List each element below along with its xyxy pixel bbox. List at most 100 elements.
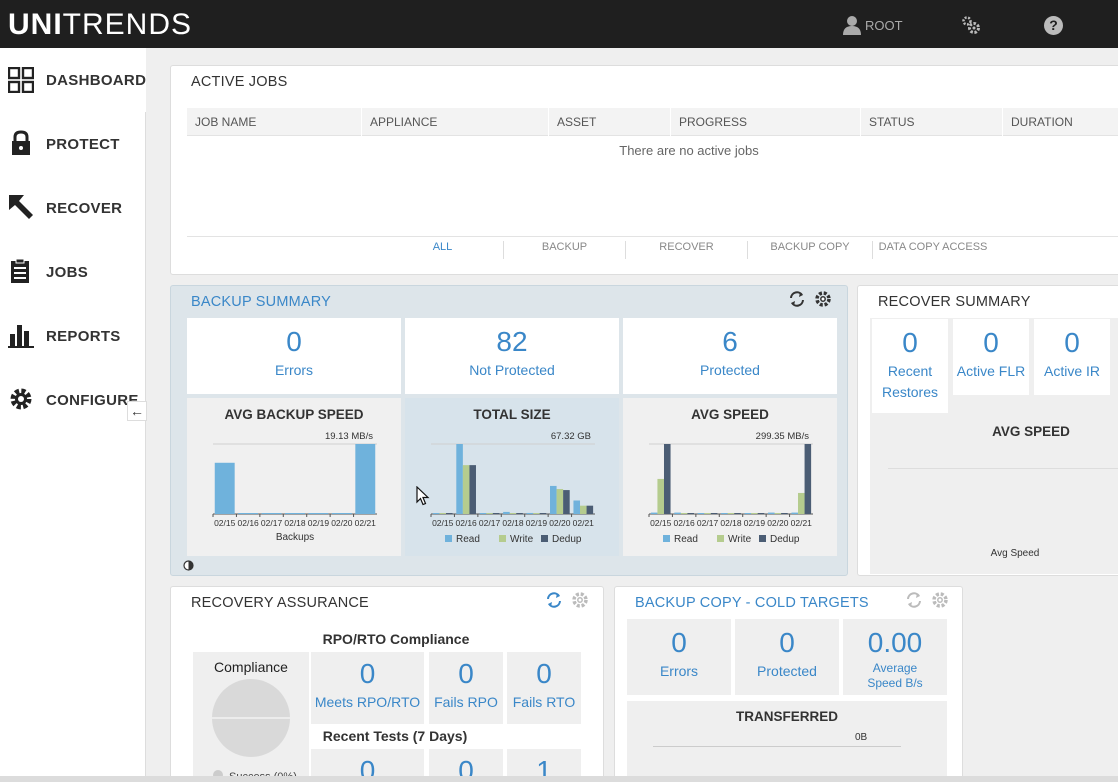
collapse-sidebar-button[interactable]: ← xyxy=(127,401,147,421)
column-header[interactable]: JOB NAME xyxy=(187,108,362,136)
sidebar-item-jobs[interactable]: JOBS xyxy=(0,240,146,304)
chart-bar xyxy=(539,513,547,514)
settings-gear-icon[interactable] xyxy=(814,290,832,308)
compliance-pie-chart xyxy=(212,679,290,757)
chart-bar xyxy=(214,462,235,514)
column-header[interactable]: DURATION xyxy=(1003,108,1118,136)
chart-bar xyxy=(439,513,446,514)
chart-bar xyxy=(687,513,694,514)
tab-recover[interactable]: RECOVER xyxy=(626,241,748,259)
sidebar-item-recover[interactable]: RECOVER xyxy=(0,176,146,240)
not-protected-stat[interactable]: 82 Not Protected xyxy=(405,318,619,394)
chart-bar xyxy=(462,465,470,514)
chart-bar xyxy=(285,513,305,514)
active-jobs-title: ACTIVE JOBS xyxy=(191,74,288,90)
column-header[interactable]: PROGRESS xyxy=(671,108,861,136)
recent-tests-heading: Recent Tests (7 Days) xyxy=(322,728,468,744)
column-header[interactable]: STATUS xyxy=(861,108,1003,136)
chart-bar xyxy=(503,511,510,514)
refresh-icon[interactable] xyxy=(545,591,563,609)
chart-bar xyxy=(580,505,587,514)
chart-legend-label: Write xyxy=(728,534,752,545)
protected-stat[interactable]: 6 Protected xyxy=(623,318,837,394)
tab-all[interactable]: ALL xyxy=(382,241,504,259)
active-flr-stat[interactable]: 0 Active FLR xyxy=(953,319,1029,395)
settings-gears-icon[interactable] xyxy=(960,14,982,36)
chart-tick-label: 02/20 xyxy=(549,518,571,528)
chart-bar xyxy=(331,513,352,514)
transferred-title: TRANSFERRED xyxy=(735,709,838,724)
chart-tick-label: 02/19 xyxy=(308,518,330,528)
chart-bar xyxy=(563,490,570,514)
copy-protected-stat[interactable]: 0 Protected xyxy=(735,619,839,695)
total-size-chart: TOTAL SIZE 67.32 GB 02/15 02/16 02/17 02/18 0… xyxy=(405,398,619,556)
sidebar-item-label: DASHBOARD xyxy=(46,72,147,89)
errors-stat[interactable]: 0 Errors xyxy=(187,318,401,394)
chart-tick-label: 02/19 xyxy=(526,518,548,528)
compliance-box: Compliance Success (0%) xyxy=(193,652,309,782)
chart-legend-label: Read xyxy=(674,534,698,545)
sidebar-item-dashboard[interactable]: DASHBOARD xyxy=(0,48,146,112)
fails-rpo-label: Fails RPO xyxy=(434,694,498,710)
chart-bar xyxy=(456,444,463,514)
recent-restores-stat[interactable]: 0 Recent Restores xyxy=(872,319,948,413)
active-ir-label: Active IR xyxy=(1043,363,1100,379)
settings-gear-icon[interactable] xyxy=(571,591,589,609)
chart-tick-label: 02/20 xyxy=(331,518,353,528)
tab-backup-copy[interactable]: BACKUP COPY xyxy=(748,241,873,259)
copy-errors-stat[interactable]: 0 Errors xyxy=(627,619,731,695)
chart-legend-label: Read xyxy=(456,534,480,545)
dashboard-grid-icon xyxy=(8,67,34,93)
recover-avg-speed-title: AVG SPEED xyxy=(992,424,1070,439)
chart-tick-label: 02/18 xyxy=(284,518,306,528)
chart-bar xyxy=(781,513,788,514)
column-header[interactable]: APPLIANCE xyxy=(362,108,549,136)
active-ir-stat[interactable]: 0 Active IR xyxy=(1034,319,1110,395)
refresh-icon[interactable] xyxy=(905,591,923,609)
chart-bar xyxy=(650,512,658,514)
user-menu[interactable]: ROOT xyxy=(843,15,903,35)
chart-legend-label: Dedup xyxy=(552,534,582,545)
backup-summary-panel: BACKUP SUMMARY 0 Errors 82 Not Protected… xyxy=(170,285,848,576)
help-icon[interactable]: ? xyxy=(1044,16,1063,35)
compliance-heading: RPO/RTO Compliance xyxy=(322,631,470,647)
transferred-gridline xyxy=(653,746,901,747)
recover-summary-title: RECOVER SUMMARY xyxy=(878,294,1031,310)
fails-rpo-stat[interactable]: 0 Fails RPO xyxy=(429,652,503,724)
chart-bar xyxy=(751,513,758,514)
tab-data-copy-access[interactable]: DATA COPY ACCESS xyxy=(873,241,993,259)
logo-bold-text: UNI xyxy=(8,8,63,41)
chart-legend-swatch xyxy=(759,535,766,542)
backup-summary-title: BACKUP SUMMARY xyxy=(191,294,332,310)
protected-value: 6 xyxy=(722,326,738,357)
meets-rpo-rto-stat[interactable]: 0 Meets RPO/RTO xyxy=(311,652,424,724)
sidebar-item-reports[interactable]: REPORTS xyxy=(0,304,146,368)
chart-legend-label: Write xyxy=(510,534,534,545)
chart-legend-swatch xyxy=(445,535,452,542)
recovery-assurance-title: RECOVERY ASSURANCE xyxy=(191,595,369,611)
chart-bar xyxy=(791,512,799,514)
pie-toggle-icon[interactable] xyxy=(183,560,194,571)
unitrends-logo[interactable]: UNITRENDS xyxy=(8,8,192,42)
sidebar-item-protect[interactable]: PROTECT xyxy=(0,112,146,176)
copy-average-speed-stat[interactable]: 0.00 Average Speed B/s xyxy=(843,619,947,695)
settings-gear-icon[interactable] xyxy=(931,591,949,609)
recover-chart-caption: Avg Speed xyxy=(990,548,1040,559)
chart-bar xyxy=(710,513,718,514)
fails-rto-stat[interactable]: 0 Fails RTO xyxy=(507,652,581,724)
refresh-icon[interactable] xyxy=(788,290,806,308)
chart-legend-swatch xyxy=(717,535,724,542)
chart-bar xyxy=(509,513,517,514)
sidebar-item-configure[interactable]: CONFIGURE xyxy=(0,368,146,432)
chart-bar xyxy=(556,489,564,514)
lock-icon xyxy=(12,130,30,155)
chart-tick-label: 02/15 xyxy=(432,518,454,528)
chart-tick-label: 02/15 xyxy=(214,518,236,528)
chart-tick-label: 02/18 xyxy=(720,518,742,528)
copy-average-speed-value: 0.00 xyxy=(867,627,923,658)
chart-bar xyxy=(680,513,688,514)
chart-legend-swatch xyxy=(541,535,548,542)
tab-backup[interactable]: BACKUP xyxy=(504,241,626,259)
column-header[interactable]: ASSET xyxy=(549,108,671,136)
recover-summary-panel: RECOVER SUMMARY 0 Recent Restores 0 Acti… xyxy=(857,285,1118,576)
